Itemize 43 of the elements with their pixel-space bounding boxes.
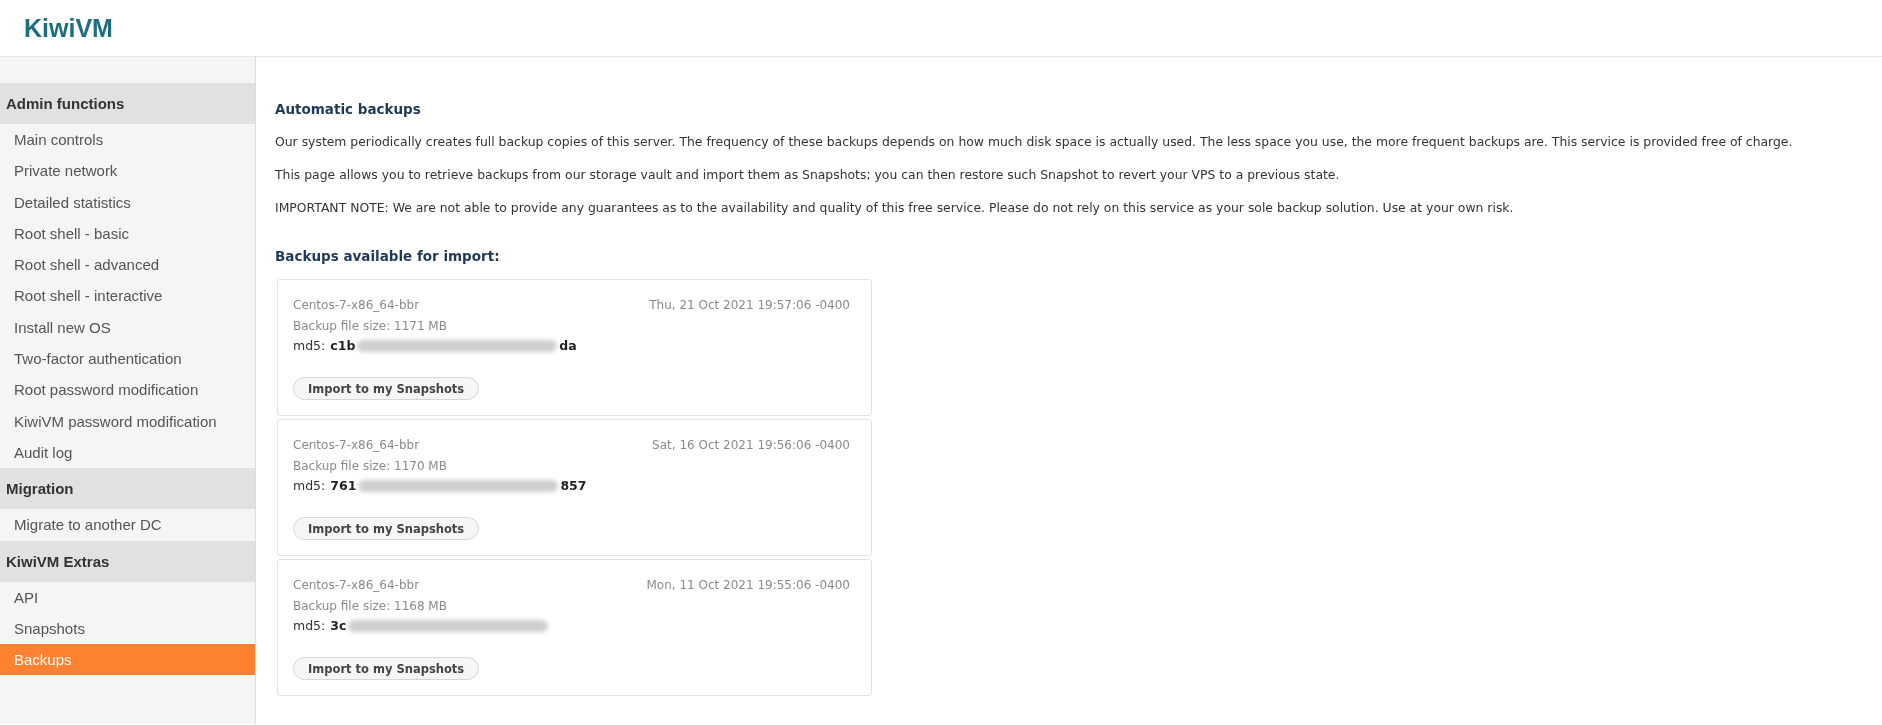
sidebar-item[interactable]: Two-factor authentication <box>0 343 255 375</box>
backup-name: Centos-7-x86_64-bbr <box>293 577 420 594</box>
section-title: Backups available for import: <box>275 247 501 266</box>
paragraph: Our system periodically creates full backup copies of this server. The frequency of these backups depends on how much disk space is actually used. The less space you use, the more frequent backups are. This service is provided free of charge. <box>275 133 1794 151</box>
backup-size: Backup file size: 1168 MB <box>293 599 447 613</box>
backup-date: Sat, 16 Oct 2021 19:56:06 -0400 <box>652 437 850 454</box>
sidebar-item[interactable]: Root shell - advanced <box>0 249 255 281</box>
sidebar-item[interactable]: KiwiVM password modification <box>0 405 255 437</box>
md5-value: 3c <box>330 617 347 635</box>
sidebar-item[interactable]: Root shell - basic <box>0 217 255 250</box>
sidebar-item[interactable]: Root shell - interactive <box>0 280 255 312</box>
backup-name: Centos-7-x86_64-bbr <box>293 297 420 314</box>
backup-size: Backup file size: 1170 MB <box>293 459 447 473</box>
sidebar-item[interactable]: Detailed statistics <box>0 186 255 218</box>
logo: KiwiVM <box>24 13 113 43</box>
md5-value: 857 <box>560 477 587 495</box>
md5-label: md5: <box>293 337 326 355</box>
sidebar-group-title: Migration <box>0 468 255 510</box>
sidebar-item[interactable]: Snapshots <box>0 612 255 645</box>
import-button[interactable]: Import to my Snapshots <box>293 377 480 400</box>
backup-name: Centos-7-x86_64-bbr <box>293 437 420 454</box>
sidebar-item[interactable]: Main controls <box>0 124 255 156</box>
backup-date: Mon, 11 Oct 2021 19:55:06 -0400 <box>646 577 850 594</box>
sidebar-item[interactable]: Install new OS <box>0 311 255 344</box>
sidebar-item[interactable]: Audit log <box>0 436 255 469</box>
sidebar-item[interactable]: Private network <box>0 155 255 187</box>
sidebar-item[interactable]: API <box>0 581 255 613</box>
md5-value: 761 <box>330 477 357 495</box>
paragraph: IMPORTANT NOTE: We are not able to provide any guarantees as to the availability and quality of this free service. Please do not rely on this service as your sole backup solution. Use at your own risk. <box>275 199 1515 217</box>
import-button[interactable]: Import to my Snapshots <box>293 657 480 680</box>
sidebar-group-title: KiwiVM Extras <box>0 540 255 582</box>
md5-value: c1b <box>330 337 356 355</box>
sidebar-item[interactable]: Root password modification <box>0 374 255 406</box>
sidebar-group-title: Admin functions <box>0 83 255 124</box>
md5-label: md5: <box>293 477 326 495</box>
import-button[interactable]: Import to my Snapshots <box>293 517 480 540</box>
backup-date: Thu, 21 Oct 2021 19:57:06 -0400 <box>649 297 850 314</box>
paragraph: This page allows you to retrieve backups from our storage vault and import them as Snapshots; you can then restore such Snapshot to revert your VPS to a previous state. <box>275 166 1341 184</box>
md5-label: md5: <box>293 617 326 635</box>
section-title: Automatic backups <box>275 100 422 119</box>
sidebar-item[interactable]: Migrate to another DC <box>0 509 255 541</box>
backup-size: Backup file size: 1171 MB <box>293 319 447 333</box>
md5-value: da <box>559 337 577 355</box>
